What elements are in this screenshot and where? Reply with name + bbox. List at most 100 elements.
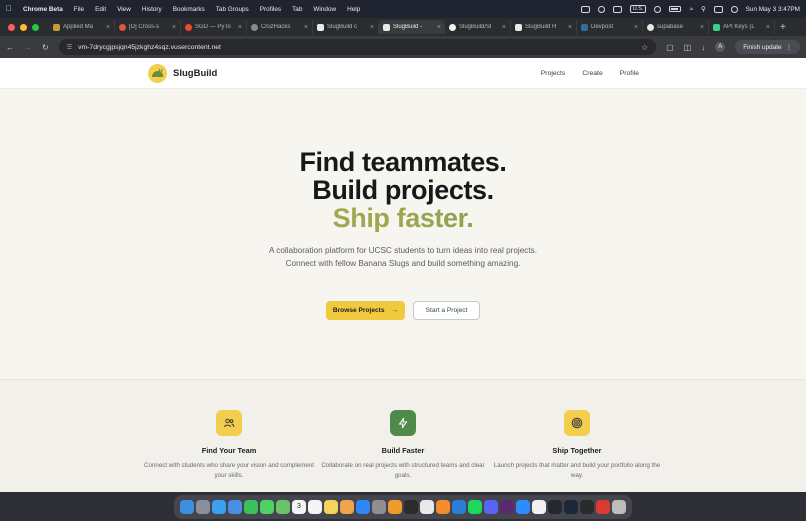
tab-sgd-pytorch[interactable]: SGD — PyTo × xyxy=(181,20,247,34)
wifi-icon[interactable]: ≈ xyxy=(689,6,693,13)
menu-view[interactable]: View xyxy=(117,6,131,13)
notes-icon[interactable] xyxy=(324,499,338,514)
tab-close-icon[interactable]: × xyxy=(238,24,242,31)
launchpad-icon[interactable] xyxy=(196,499,210,514)
nav-profile[interactable]: Profile xyxy=(620,70,639,77)
steam-icon[interactable] xyxy=(564,499,578,514)
tab-close-icon[interactable]: × xyxy=(568,24,572,31)
messages-icon[interactable] xyxy=(260,499,274,514)
mail-icon[interactable] xyxy=(228,499,242,514)
tab-close-icon[interactable]: × xyxy=(172,24,176,31)
close-window-button[interactable] xyxy=(8,23,15,31)
terminal-icon[interactable] xyxy=(404,499,418,514)
trash-icon[interactable] xyxy=(612,499,626,514)
battery-icon[interactable] xyxy=(669,6,682,12)
tab-close-icon[interactable]: × xyxy=(304,24,308,31)
address-url[interactable]: vm-7drycgjpsjqn45jzkghz4sqz.vusercontent… xyxy=(78,44,221,51)
new-tab-icon[interactable]: + xyxy=(775,22,786,33)
reminders-icon[interactable] xyxy=(308,499,322,514)
bookmark-star-icon[interactable]: ☆ xyxy=(641,43,648,52)
github-icon[interactable] xyxy=(548,499,562,514)
play-status-icon[interactable] xyxy=(654,5,662,13)
tab-title: SlugBuild H xyxy=(525,24,557,30)
tab-slugbuild-c[interactable]: SlugBuild c × xyxy=(313,20,379,34)
control-center-icon[interactable] xyxy=(713,5,723,13)
address-bar[interactable]: ☰ vm-7drycgjpsjqn45jzkghz4sqz.vuserconte… xyxy=(58,39,657,55)
site-info-icon[interactable]: ☰ xyxy=(67,44,72,51)
menu-clock[interactable]: Sun May 3 3:47PM xyxy=(746,6,800,13)
tab-close-icon[interactable]: × xyxy=(700,24,704,31)
tab-slugbuild-github[interactable]: SlugBuild/Sl × xyxy=(445,20,511,34)
tab-close-icon[interactable]: × xyxy=(766,24,770,31)
sublime-icon[interactable] xyxy=(436,499,450,514)
forward-arrow-icon[interactable]: → xyxy=(24,43,32,52)
facetime-icon[interactable] xyxy=(244,499,258,514)
notion-status-icon[interactable] xyxy=(580,5,590,13)
menu-tab-groups[interactable]: Tab Groups xyxy=(216,6,249,13)
cloud-status-icon[interactable] xyxy=(597,5,605,13)
menu-window[interactable]: Window xyxy=(313,6,336,13)
tab-close-icon[interactable]: × xyxy=(437,24,441,31)
siri-icon[interactable] xyxy=(730,5,738,13)
notion-icon[interactable] xyxy=(532,499,546,514)
zoom-window-button[interactable] xyxy=(32,23,39,31)
appstore-icon[interactable] xyxy=(356,499,370,514)
menu-help[interactable]: Help xyxy=(347,6,360,13)
calendar-icon[interactable]: 3 xyxy=(292,499,306,514)
menu-profiles[interactable]: Profiles xyxy=(260,6,281,13)
tab-devpost[interactable]: Devpost × xyxy=(577,20,643,34)
nav-create[interactable]: Create xyxy=(582,70,602,77)
tab-close-icon[interactable]: × xyxy=(370,24,374,31)
start-project-button[interactable]: Start a Project xyxy=(413,301,480,320)
feature-description: Launch projects that matter and build yo… xyxy=(493,462,661,479)
discord-icon[interactable] xyxy=(484,499,498,514)
spotlight-search-icon[interactable]: ⚲ xyxy=(701,5,706,13)
browse-projects-button[interactable]: Browse Projects → xyxy=(326,301,405,320)
input-source-badge[interactable]: U.S. xyxy=(629,5,647,13)
tab-title: API Keys (L xyxy=(723,24,755,30)
menu-history[interactable]: History xyxy=(142,6,162,13)
acrobat-icon[interactable] xyxy=(596,499,610,514)
tab-cruzhacks[interactable]: CruzHacks × xyxy=(247,20,313,34)
vscode-icon[interactable] xyxy=(452,499,466,514)
display-status-icon[interactable] xyxy=(612,5,622,13)
finder-icon[interactable] xyxy=(180,499,194,514)
menu-edit[interactable]: Edit xyxy=(95,6,106,13)
profile-avatar[interactable]: A xyxy=(715,42,726,52)
menu-app-name[interactable]: Chrome Beta xyxy=(23,6,63,13)
tab-close-icon[interactable]: × xyxy=(634,24,638,31)
extensions-icon[interactable]: ▢ xyxy=(666,43,674,52)
back-arrow-icon[interactable]: ← xyxy=(6,43,14,52)
nav-projects[interactable]: Projects xyxy=(541,70,566,77)
devpost-favicon-icon xyxy=(581,23,588,31)
download-icon[interactable]: ↓ xyxy=(701,43,705,52)
spotify-icon[interactable] xyxy=(468,499,482,514)
tab-api-keys[interactable]: API Keys (L × xyxy=(709,20,775,34)
pages-icon[interactable] xyxy=(388,499,402,514)
settings-icon[interactable] xyxy=(372,499,386,514)
apple-icon[interactable]:  xyxy=(6,5,12,13)
maps-icon[interactable] xyxy=(276,499,290,514)
zoom-icon[interactable] xyxy=(516,499,530,514)
reload-icon[interactable]: ↻ xyxy=(42,43,49,52)
tab-cross-s[interactable]: [D] Cross-s × xyxy=(115,20,181,34)
photos-icon[interactable] xyxy=(340,499,354,514)
tab-slugbuild-active[interactable]: SlugBuild - × xyxy=(379,20,445,34)
tab-close-icon[interactable]: × xyxy=(106,24,110,31)
finish-update-button[interactable]: Finish update ⋮ xyxy=(735,40,800,54)
site-logo[interactable]: SlugBuild xyxy=(148,63,217,83)
chrome-icon[interactable] xyxy=(420,499,434,514)
epic-icon[interactable] xyxy=(580,499,594,514)
slack-icon[interactable] xyxy=(500,499,514,514)
split-view-icon[interactable]: ◫ xyxy=(684,43,692,52)
menu-tab[interactable]: Tab xyxy=(292,6,302,13)
menu-file[interactable]: File xyxy=(74,6,84,13)
tab-applied-ma[interactable]: Applied Ma × xyxy=(49,20,115,34)
menu-bookmarks[interactable]: Bookmarks xyxy=(173,6,205,13)
safari-icon[interactable] xyxy=(212,499,226,514)
minimize-window-button[interactable] xyxy=(20,23,27,31)
tab-close-icon[interactable]: × xyxy=(502,24,506,31)
tab-slugbuild-h[interactable]: SlugBuild H × xyxy=(511,20,577,34)
browse-projects-label: Browse Projects xyxy=(332,307,385,314)
tab-supabase[interactable]: supabase × xyxy=(643,20,709,34)
